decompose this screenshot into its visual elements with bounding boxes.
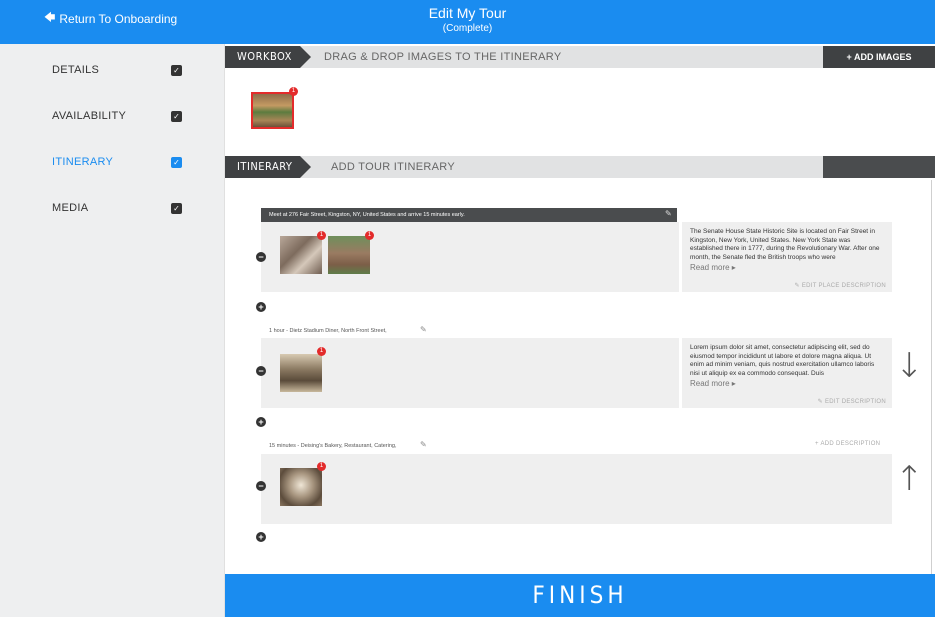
workbox-image-thumbnail[interactable] [251,92,294,129]
add-description-label: ADD DESCRIPTION [820,441,881,447]
image-count-badge: 1 [289,87,298,96]
edit-place-description-label: EDIT PLACE DESCRIPTION [801,283,886,289]
add-stop-icon[interactable]: + [256,302,266,312]
checkbox-checked-icon[interactable]: ✓ [171,156,182,168]
read-more-link[interactable]: Read more ▸ [690,263,884,272]
image-count-badge: 1 [365,231,374,240]
edit-place-description-button[interactable]: ✎ EDIT PLACE DESCRIPTION [795,282,886,289]
pencil-icon: ✎ [817,399,823,405]
edit-description-button[interactable]: ✎ EDIT DESCRIPTION [818,398,886,405]
sidebar-item-label: DETAILS [52,64,100,76]
remove-stop-icon[interactable]: − [256,252,266,262]
edit-description-label: EDIT DESCRIPTION [824,399,886,405]
stop-header-text: 15 minutes - Deising's Bakery, Restauran… [269,443,397,449]
sidebar-item-details[interactable]: DETAILS ✓ [52,60,182,80]
sidebar-item-availability[interactable]: AVAILABILITY ✓ [52,106,182,126]
pencil-icon[interactable]: ✎ [420,325,427,334]
add-images-label: ADD IMAGES [853,52,912,62]
stop-images-area [261,454,892,524]
add-description-button[interactable]: + ADD DESCRIPTION [815,441,880,447]
add-images-button[interactable]: + ADD IMAGES [823,46,935,68]
stop-photo[interactable] [280,354,322,392]
itinerary-tag: ITINERARY [225,156,312,178]
stop-photo[interactable] [280,468,322,506]
page-title: Edit My Tour [428,5,507,21]
stop-description-card: Lorem ipsum dolor sit amet, consectetur … [682,338,892,408]
pencil-icon[interactable]: ✎ [665,209,672,218]
top-bar: 🡄 Return To Onboarding Edit My Tour (Com… [0,0,935,44]
page-title-block: Edit My Tour (Complete) [0,5,935,34]
pencil-icon: ✎ [794,283,800,289]
itinerary-bar: ITINERARY ADD TOUR ITINERARY [225,156,935,178]
move-up-arrow-icon[interactable]: ↑ [895,459,924,499]
main-content: WORKBOX DRAG & DROP IMAGES TO THE ITINER… [225,44,935,574]
checkbox-checked-icon[interactable]: ✓ [171,64,182,76]
sidebar-item-label: AVAILABILITY [52,110,127,122]
image-count-badge: 1 [317,462,326,471]
add-stop-icon[interactable]: + [256,417,266,427]
stop-header: Meet at 276 Fair Street, Kingston, NY, U… [261,208,677,222]
finish-button[interactable]: FINISH [225,574,935,617]
image-count-badge: 1 [317,347,326,356]
sidebar: DETAILS ✓ AVAILABILITY ✓ ITINERARY ✓ MED… [0,44,225,617]
itinerary-instruction: ADD TOUR ITINERARY [331,161,455,173]
stop-header: 15 minutes - Deising's Bakery, Restauran… [261,439,521,453]
stop-description: Lorem ipsum dolor sit amet, consectetur … [690,344,875,377]
checkbox-checked-icon[interactable]: ✓ [171,202,182,214]
read-more-link[interactable]: Read more ▸ [690,379,884,388]
stop-description: The Senate House State Historic Site is … [690,228,880,261]
stop-header-text: Meet at 276 Fair Street, Kingston, NY, U… [269,212,465,218]
add-stop-icon[interactable]: + [256,532,266,542]
plus-icon: + [846,52,852,62]
stop-photo[interactable] [328,236,370,274]
remove-stop-icon[interactable]: − [256,366,266,376]
workbox-bar: WORKBOX DRAG & DROP IMAGES TO THE ITINER… [225,46,935,68]
workbox-tag: WORKBOX [225,46,311,68]
move-down-arrow-icon[interactable]: ↓ [895,346,924,386]
plus-icon: + [815,441,819,447]
sidebar-item-media[interactable]: MEDIA ✓ [52,198,182,218]
sidebar-item-itinerary[interactable]: ITINERARY ✓ [52,152,182,172]
remove-stop-icon[interactable]: − [256,481,266,491]
stop-header: 1 hour - Dietz Stadium Diner, North Fron… [261,324,521,338]
itinerary-bar-accent [823,156,935,178]
page-status: (Complete) [442,23,493,34]
pencil-icon[interactable]: ✎ [420,440,427,449]
sidebar-item-label: ITINERARY [52,156,114,168]
stop-photo[interactable] [280,236,322,274]
workbox-instruction: DRAG & DROP IMAGES TO THE ITINERARY [324,51,562,63]
stop-header-text: 1 hour - Dietz Stadium Diner, North Fron… [269,328,387,334]
stop-description-card: The Senate House State Historic Site is … [682,222,892,292]
sidebar-item-label: MEDIA [52,202,89,214]
checkbox-checked-icon[interactable]: ✓ [171,110,182,122]
image-count-badge: 1 [317,231,326,240]
scroll-track[interactable] [931,180,932,574]
